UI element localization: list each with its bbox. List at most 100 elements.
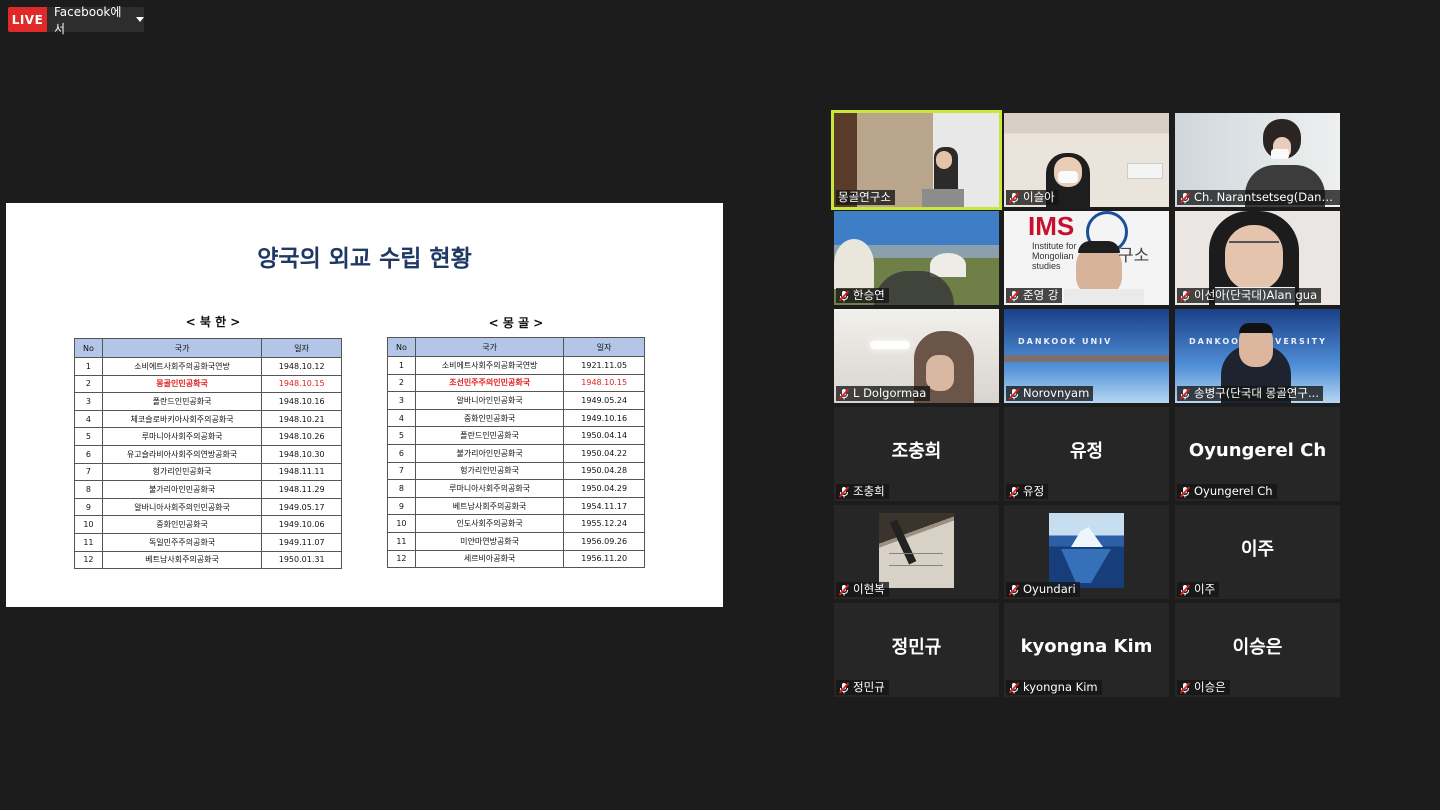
cell-date: 1949.10.06	[261, 515, 342, 534]
participant-name: Ch. Narantsetseg(Dankoo...	[1194, 190, 1338, 204]
table-row: 11 독일민주주의공화국 1949.11.07	[74, 532, 342, 552]
participant-tile[interactable]: kyongna Kim kyongna Kim	[1004, 603, 1169, 697]
table-row: 10 인도사회주의공화국 1955.12.24	[387, 514, 645, 533]
participant-name: L Dolgormaa	[853, 386, 927, 400]
cell-date: 1948.10.26	[261, 427, 342, 446]
table-row: 11 미얀마연방공화국 1956.09.26	[387, 531, 645, 551]
table-row: 6 유고슬라비아사회주의연방공화국 1948.10.30	[74, 444, 342, 464]
participant-name-tag: 유정	[1006, 484, 1049, 499]
participant-name: 이현복	[853, 582, 885, 596]
north-korea-table: No 국가 일자 1 소비에트사회주의공화국연방 1948.10.12 2 몽골인민공화국 19…	[74, 338, 342, 570]
table-header-country: 국가	[101, 338, 263, 358]
participant-name: 한승연	[853, 288, 885, 302]
profile-picture	[879, 513, 954, 588]
table-row: 4 중화인민공화국 1949.10.16	[387, 408, 645, 428]
cell-no: 3	[74, 392, 103, 411]
participant-tile[interactable]: L Dolgormaa	[834, 309, 999, 403]
cell-date: 1950.04.28	[563, 461, 645, 481]
table-row: 3 알바니아인민공화국 1949.05.24	[387, 391, 645, 410]
cell-date: 1950.04.29	[563, 479, 645, 498]
cell-date: 1949.10.16	[563, 408, 645, 428]
cell-date: 1949.11.07	[261, 532, 342, 552]
cell-no: 4	[74, 409, 103, 429]
microphone-muted-icon	[1179, 583, 1191, 596]
cell-no: 9	[74, 497, 103, 517]
live-destination-label: Facebook에서	[54, 4, 122, 36]
table-row: 12 베트남사회주의공화국 1950.01.31	[74, 550, 342, 570]
cell-no: 11	[387, 531, 416, 551]
cell-no: 12	[387, 549, 416, 569]
participant-tile[interactable]: DANKOOK UNIVERSITY 송병구(단국대 몽골연구...	[1175, 309, 1340, 403]
cell-date: 1948.10.15	[261, 374, 342, 394]
participant-tile[interactable]: Oyungerel Ch Oyungerel Ch	[1175, 407, 1340, 501]
cell-no: 10	[74, 515, 103, 534]
chevron-down-icon	[136, 17, 144, 22]
cell-country: 알바니아인민공화국	[414, 391, 565, 410]
participant-name: 정민규	[853, 680, 885, 694]
shared-screen-slide: 양국의 외교 수립 현황 < 북 한 > < 몽 골 > No 국가 일자 1 소비에트…	[6, 203, 723, 607]
participant-tile[interactable]: 몽골연구소	[831, 110, 1002, 210]
table-row: 5 루마니아사회주의공화국 1948.10.26	[74, 427, 342, 446]
participant-name-tag: 이승은	[1177, 680, 1230, 695]
participant-tile[interactable]: 정민규 정민규	[834, 603, 999, 697]
cell-country: 조선민주주의인민공화국	[414, 373, 565, 393]
participant-tile[interactable]: 유정 유정	[1004, 407, 1169, 501]
cell-no: 11	[74, 532, 103, 552]
cell-date: 1948.11.11	[261, 462, 342, 482]
participant-tile[interactable]: Oyundari	[1004, 505, 1169, 599]
cell-date: 1948.10.21	[261, 409, 342, 429]
participant-name: 이주	[1194, 582, 1216, 596]
participant-tile[interactable]: 한승연	[834, 211, 999, 305]
participant-name-tag: L Dolgormaa	[836, 386, 931, 401]
table-row: 2 몽골인민공화국 1948.10.15	[74, 374, 342, 394]
cell-country: 불가리아인민공화국	[414, 443, 565, 463]
participant-name-tag: 몽골연구소	[836, 190, 895, 205]
cell-no: 10	[387, 514, 416, 533]
microphone-muted-icon	[838, 289, 850, 302]
participant-tile[interactable]: 이선아(단국대)Alan gua	[1175, 211, 1340, 305]
participant-name-tag: 이선아(단국대)Alan gua	[1177, 288, 1322, 303]
participant-name: 송병구(단국대 몽골연구...	[1194, 386, 1319, 400]
cell-country: 유고슬라비아사회주의연방공화국	[101, 444, 263, 464]
cell-no: 7	[74, 462, 103, 482]
participant-tile[interactable]: 이슬아	[1004, 113, 1169, 207]
cell-date: 1950.04.22	[563, 443, 645, 463]
cell-date: 1948.10.30	[261, 444, 342, 464]
cell-country: 소비에트사회주의공화국연방	[414, 356, 565, 375]
cell-date: 1948.10.15	[563, 373, 645, 393]
participant-name: 이승은	[1194, 680, 1226, 694]
cell-no: 12	[74, 550, 103, 570]
microphone-muted-icon	[1008, 387, 1020, 400]
participant-tile[interactable]: DANKOOK UNIV Norovnyam	[1004, 309, 1169, 403]
table-row: 10 중화인민공화국 1949.10.06	[74, 515, 342, 534]
cell-country: 중화인민공화국	[414, 408, 565, 428]
participant-name-tag: kyongna Kim	[1006, 680, 1102, 695]
live-destination-dropdown[interactable]: Facebook에서	[47, 5, 144, 36]
cell-date: 1921.11.05	[563, 356, 645, 375]
microphone-muted-icon	[1179, 681, 1191, 694]
participant-tile[interactable]: 이현복	[834, 505, 999, 599]
cell-country: 알바니아사회주의인민공화국	[101, 497, 263, 517]
participant-tile[interactable]: IMS Institute for Mongolian studies 구소 준영 강	[1004, 211, 1169, 305]
cell-date: 1956.09.26	[563, 531, 645, 551]
participant-name: Norovnyam	[1023, 386, 1090, 400]
cell-date: 1949.05.24	[563, 391, 645, 410]
participant-tile[interactable]: 이주 이주	[1175, 505, 1340, 599]
cell-country: 베트남사회주의공화국	[101, 550, 263, 570]
participant-tile[interactable]: 이승은 이승은	[1175, 603, 1340, 697]
cell-country: 헝가리인민공화국	[101, 462, 263, 482]
participant-tile[interactable]: Ch. Narantsetseg(Dankoo...	[1175, 113, 1340, 207]
participant-name: 이슬아	[1023, 190, 1055, 204]
cell-no: 5	[74, 427, 103, 446]
cell-country: 인도사회주의공화국	[414, 514, 565, 533]
participant-tile[interactable]: 조충희 조충희	[834, 407, 999, 501]
cell-country: 독일민주주의공화국	[101, 532, 263, 552]
cell-date: 1950.04.14	[563, 426, 645, 445]
live-indicator[interactable]: LIVE Facebook에서	[8, 5, 144, 36]
cell-date: 1948.10.16	[261, 392, 342, 411]
live-badge: LIVE	[8, 7, 47, 32]
table-row: 1 소비에트사회주의공화국연방 1948.10.12	[74, 357, 342, 376]
table-row: 8 불가리아인민공화국 1948.11.29	[74, 480, 342, 499]
participant-name-tag: 준영 강	[1006, 288, 1063, 303]
cell-country: 폴란드인민공화국	[101, 392, 263, 411]
